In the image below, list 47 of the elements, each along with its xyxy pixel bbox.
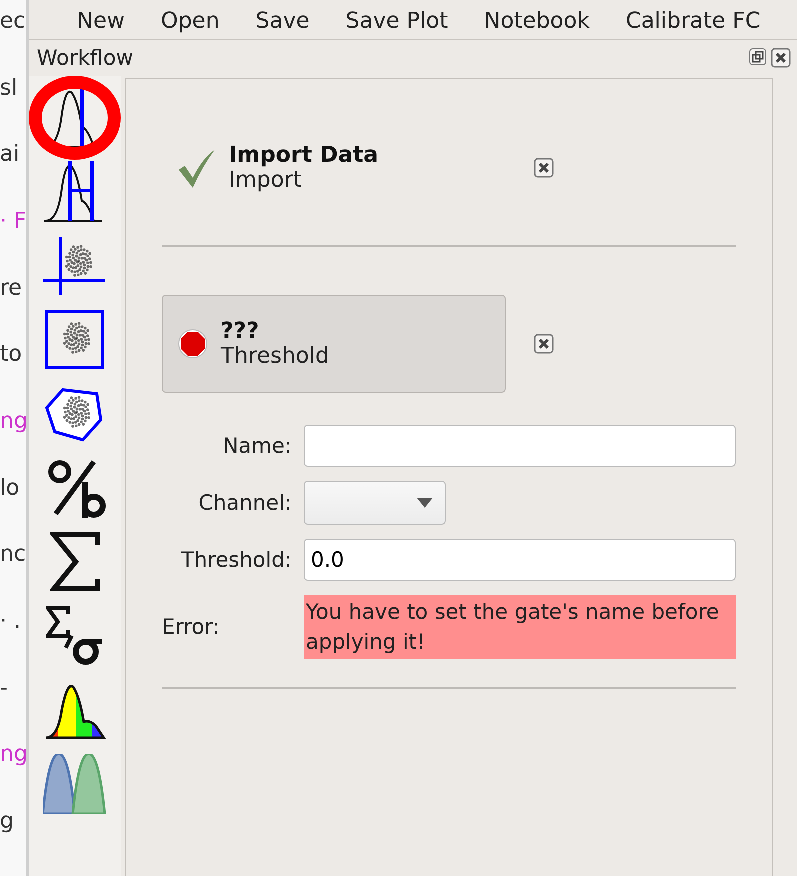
toolbar-button[interactable]: Save	[238, 4, 328, 39]
step-type: Import	[229, 168, 304, 193]
stop-icon	[177, 328, 209, 360]
rectangle-gate-icon	[45, 310, 105, 370]
cut-off-text: re	[0, 274, 24, 303]
toolbar-button[interactable]: Open	[143, 4, 238, 39]
close-icon[interactable]	[771, 48, 791, 68]
step-name: Import Data	[229, 143, 378, 168]
step-type: Threshold	[221, 344, 330, 369]
tool-button[interactable]	[29, 76, 121, 160]
toolbar-button[interactable]: Notebook	[466, 4, 608, 39]
cut-off-text: · .	[0, 608, 22, 636]
cut-off-text: ng	[0, 741, 26, 770]
dock-title: Workflow	[37, 46, 134, 70]
cut-off-text: to	[0, 341, 24, 370]
caret-icon	[417, 498, 433, 508]
quadrant-scatter-icon	[43, 235, 107, 297]
cut-off-text: lo	[0, 474, 21, 503]
field-label: Channel:	[198, 491, 292, 515]
workflow-step[interactable]: Import Data Import	[162, 119, 506, 217]
remove-icon[interactable]	[534, 334, 554, 354]
check-icon	[177, 148, 217, 188]
sigma-sigma-icon	[46, 606, 104, 666]
polygon-gate-icon	[45, 386, 105, 442]
toolbar-button[interactable]: New	[59, 4, 143, 39]
toolbar-button[interactable]: Calibrate FC	[608, 4, 779, 39]
float-icon[interactable]	[749, 48, 767, 66]
sigma-icon	[50, 531, 100, 593]
remove-icon[interactable]	[534, 158, 554, 178]
cut-off-text: sl	[0, 74, 19, 103]
step-name: ???	[221, 319, 260, 344]
cut-off-text: ai	[0, 141, 21, 170]
cut-off-text: ng	[0, 408, 26, 436]
cut-off-text: ec	[0, 8, 26, 36]
cut-off-text: nc	[0, 541, 26, 570]
cut-off-text: -	[0, 674, 9, 703]
name-field[interactable]	[304, 425, 736, 467]
error-message: You have to set the gate's name before applying it!	[304, 595, 736, 659]
threshold-field[interactable]: 0.0	[304, 539, 736, 581]
toolbar-button[interactable]: Save Plot	[328, 4, 466, 39]
field-label: Threshold:	[180, 548, 292, 572]
workflow-step[interactable]: ??? Threshold	[162, 295, 506, 393]
field-label: Error:	[162, 615, 221, 639]
cut-off-text: · F	[0, 208, 26, 236]
overlaid-histograms-icon	[43, 754, 107, 814]
field-label: Name:	[222, 434, 292, 458]
cut-off-text: g	[0, 808, 15, 836]
